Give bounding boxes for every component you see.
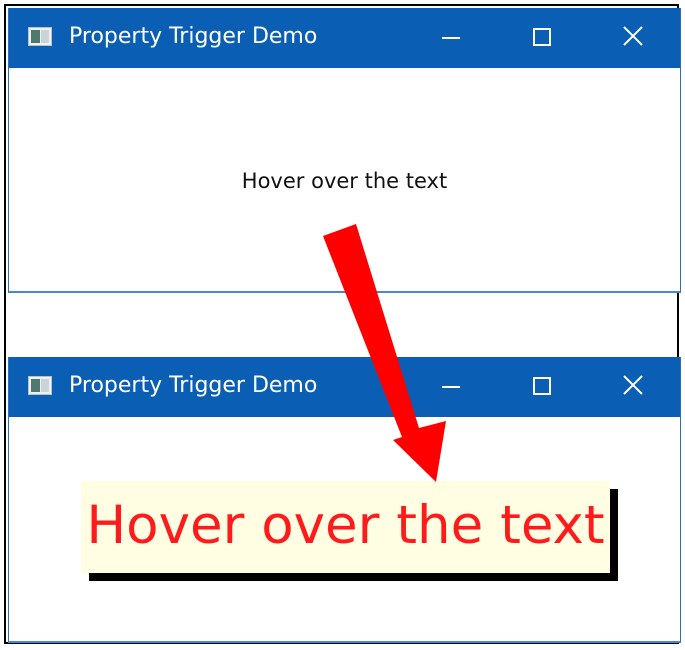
hover-text-enlarged[interactable]: Hover over the text — [81, 481, 618, 581]
close-icon — [623, 26, 643, 46]
minimize-button[interactable] — [428, 357, 474, 417]
minimize-icon — [442, 386, 460, 388]
close-icon — [623, 375, 643, 395]
window-normal-state: Property Trigger Demo Hover over the tex… — [8, 8, 681, 293]
close-button[interactable] — [610, 8, 656, 68]
window-title: Property Trigger Demo — [69, 373, 318, 398]
minimize-button[interactable] — [428, 8, 474, 68]
app-icon — [28, 27, 52, 46]
title-bar[interactable]: Property Trigger Demo — [9, 357, 680, 417]
close-button[interactable] — [610, 357, 656, 417]
window-hover-state: Property Trigger Demo Hover over the tex… — [8, 357, 681, 643]
title-bar[interactable]: Property Trigger Demo — [9, 8, 680, 68]
hover-text-box: Hover over the text — [81, 481, 610, 573]
maximize-icon — [533, 377, 551, 395]
hover-text-label[interactable]: Hover over the text — [9, 169, 680, 193]
maximize-button[interactable] — [519, 357, 565, 417]
maximize-button[interactable] — [519, 8, 565, 68]
window-title: Property Trigger Demo — [69, 24, 318, 49]
maximize-icon — [533, 28, 551, 46]
hover-text-label: Hover over the text — [86, 495, 605, 556]
minimize-icon — [442, 37, 460, 39]
app-icon — [28, 376, 52, 395]
